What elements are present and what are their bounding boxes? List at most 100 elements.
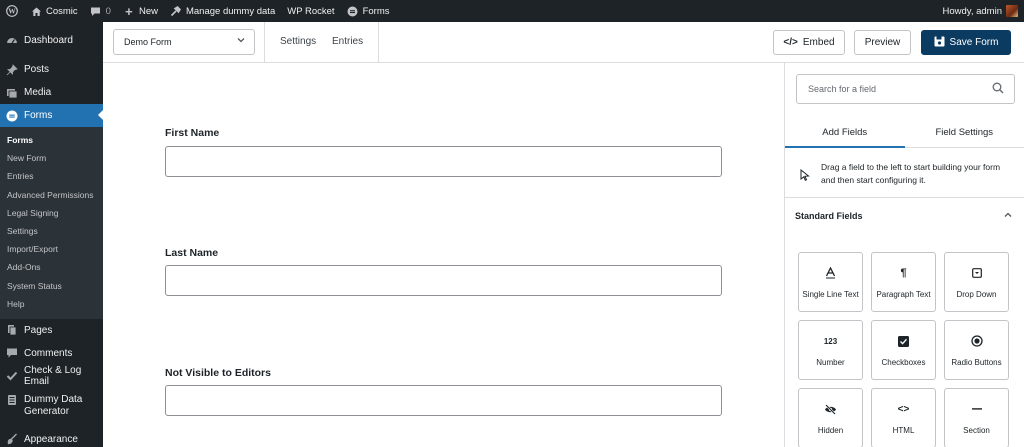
tab-field-settings[interactable]: Field Settings xyxy=(904,118,1024,148)
sidebar-label-media: Media xyxy=(24,87,52,98)
panel-tabs: Add Fields Field Settings xyxy=(785,118,1024,148)
sidebar-item-comments[interactable]: Comments xyxy=(0,342,103,365)
checkbox-icon xyxy=(872,334,935,348)
tile-label: Drop Down xyxy=(956,290,997,299)
save-form-label: Save Form xyxy=(949,37,999,48)
sidebar-label-pages: Pages xyxy=(24,324,53,336)
text-a-icon xyxy=(799,266,862,280)
wp-rocket-link[interactable]: WP Rocket xyxy=(281,0,340,22)
preview-label: Preview xyxy=(864,37,901,48)
last-name-input[interactable] xyxy=(165,265,722,296)
submenu-item-settings[interactable]: Settings xyxy=(0,222,103,240)
sidebar-item-pages[interactable]: Pages xyxy=(0,319,103,342)
submenu-item-advanced-permissions[interactable]: Advanced Permissions xyxy=(0,186,103,204)
field-label-not-visible: Not Visible to Editors xyxy=(165,367,271,379)
form-editor-toolbar: Demo Form Settings Entries </> Embed Pre… xyxy=(103,22,1024,63)
form-canvas: First Name Last Name Not Visible to Edit… xyxy=(103,63,784,447)
sidebar-label-posts: Posts xyxy=(24,64,50,75)
tile-label: Checkboxes xyxy=(881,358,926,367)
comment-bubble-icon xyxy=(90,5,102,17)
field-tile-single-line-text[interactable]: Single Line Text xyxy=(798,252,863,312)
submenu-item-add-ons[interactable]: Add-Ons xyxy=(0,258,103,276)
sidebar-item-appearance[interactable]: Appearance xyxy=(0,428,103,447)
tile-label: Hidden xyxy=(817,426,844,435)
plus-icon: + xyxy=(125,3,133,19)
tile-label: Radio Buttons xyxy=(951,358,1002,367)
submenu-item-system-status[interactable]: System Status xyxy=(0,277,103,295)
submenu-item-forms[interactable]: Forms xyxy=(0,131,103,149)
standard-fields-header[interactable]: Standard Fields xyxy=(795,211,1013,221)
field-label-first-name: First Name xyxy=(165,127,220,139)
preview-button[interactable]: Preview xyxy=(854,30,911,55)
dummy-line1: Dummy Data xyxy=(24,393,83,405)
field-tile-section[interactable]: Section xyxy=(944,388,1009,447)
field-tile-radio-buttons[interactable]: Radio Buttons xyxy=(944,320,1009,380)
tile-label: Section xyxy=(963,426,990,435)
submenu-item-import-export[interactable]: Import/Export xyxy=(0,240,103,258)
pages-icon xyxy=(6,324,18,336)
eye-slash-icon xyxy=(799,402,862,416)
submenu-item-entries[interactable]: Entries xyxy=(0,167,103,185)
form-switcher-select[interactable]: Demo Form xyxy=(113,29,255,55)
field-tile-drop-down[interactable]: Drop Down xyxy=(944,252,1009,312)
sidebar-item-check-log-email[interactable]: Check & Log Email xyxy=(0,365,103,388)
settings-link[interactable]: Settings xyxy=(280,36,316,47)
sidebar-item-posts[interactable]: Posts xyxy=(0,58,103,81)
field-tile-html[interactable]: <> HTML xyxy=(871,388,936,447)
gravity-forms-icon xyxy=(6,110,18,122)
radio-icon xyxy=(945,334,1008,348)
sidebar-item-media[interactable]: Media xyxy=(0,81,103,104)
entries-link[interactable]: Entries xyxy=(332,36,363,47)
wp-rocket-label: WP Rocket xyxy=(287,5,335,17)
dashboard-gauge-icon xyxy=(6,35,18,47)
wordpress-logo-button[interactable]: W xyxy=(0,0,24,22)
sidebar-label-comments: Comments xyxy=(24,347,73,359)
pushpin-icon xyxy=(6,63,18,76)
search-icon xyxy=(992,82,1004,96)
form-switcher-value: Demo Form xyxy=(124,37,172,47)
cursor-arrow-icon xyxy=(800,168,810,184)
embed-button[interactable]: </> Embed xyxy=(773,30,845,55)
search-placeholder: Search for a field xyxy=(808,84,877,94)
submenu-item-new-form[interactable]: New Form xyxy=(0,149,103,167)
not-visible-input[interactable] xyxy=(165,385,722,416)
site-name-link[interactable]: Cosmic xyxy=(24,0,84,22)
comment-bubble-icon xyxy=(6,347,18,359)
code-icon: </> xyxy=(783,37,798,48)
sidebar-item-forms[interactable]: Forms xyxy=(0,104,103,127)
tab-add-fields[interactable]: Add Fields xyxy=(785,118,905,148)
toolbar-divider xyxy=(378,22,379,63)
first-name-input[interactable] xyxy=(165,146,722,177)
admin-bar: W Cosmic 0 + New Manage dummy data WP Ro… xyxy=(0,0,1024,22)
gravity-forms-icon xyxy=(347,5,359,17)
manage-dummy-label: Manage dummy data xyxy=(185,5,276,17)
database-icon xyxy=(6,394,18,406)
field-tile-number[interactable]: 123 Number xyxy=(798,320,863,380)
save-form-button[interactable]: Save Form xyxy=(921,30,1011,55)
toolbar-divider xyxy=(264,22,265,63)
field-tile-paragraph-text[interactable]: ¶ Paragraph Text xyxy=(871,252,936,312)
field-tile-checkboxes[interactable]: Checkboxes xyxy=(871,320,936,380)
pilcrow-icon: ¶ xyxy=(900,267,907,279)
field-label-last-name: Last Name xyxy=(165,247,219,259)
new-label: New xyxy=(138,5,158,17)
dropdown-icon xyxy=(945,266,1008,280)
chevron-up-icon xyxy=(1003,210,1013,222)
media-icon xyxy=(6,87,18,99)
wordpress-logo-icon: W xyxy=(6,5,18,17)
dash-icon xyxy=(945,402,1008,416)
dummy-line2: Generator xyxy=(24,405,70,417)
comments-link[interactable]: 0 xyxy=(84,0,117,22)
field-search-input[interactable]: Search for a field xyxy=(796,74,1015,104)
field-tile-hidden[interactable]: Hidden xyxy=(798,388,863,447)
new-content-link[interactable]: + New xyxy=(117,0,164,22)
tile-label: Paragraph Text xyxy=(876,290,931,299)
sidebar-item-dashboard[interactable]: Dashboard xyxy=(0,29,103,52)
submenu-item-help[interactable]: Help xyxy=(0,295,103,313)
sidebar-item-dummy-data-generator[interactable]: Dummy Data Generator xyxy=(0,388,103,422)
user-account-menu[interactable]: Howdy, admin xyxy=(943,5,1024,17)
manage-dummy-data-link[interactable]: Manage dummy data xyxy=(164,0,281,22)
sidebar-label-dashboard: Dashboard xyxy=(24,35,73,46)
forms-adminbar-link[interactable]: Forms xyxy=(341,0,396,22)
submenu-item-legal-signing[interactable]: Legal Signing xyxy=(0,204,103,222)
